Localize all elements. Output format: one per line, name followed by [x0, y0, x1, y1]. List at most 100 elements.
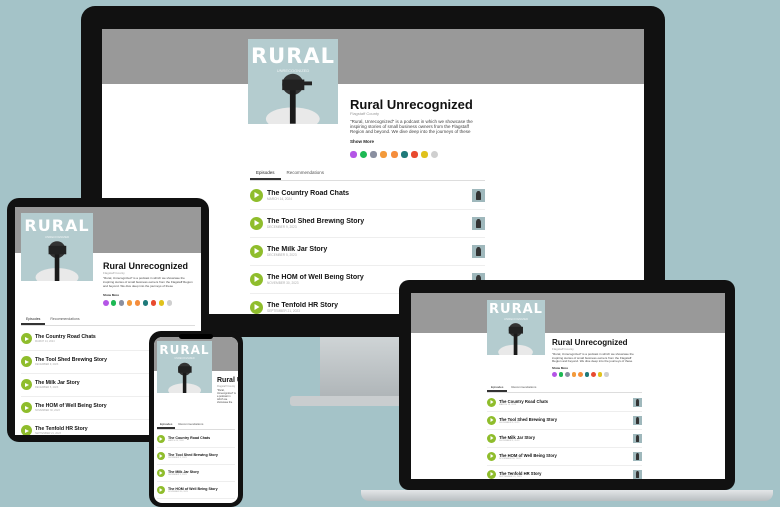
episode-list: The Country Road Chats MARCH 14, 2024 The … [157, 430, 235, 503]
episode-row[interactable]: The Tool Shed Brewing Story DECEMBER 9, 2… [157, 447, 235, 465]
episode-row[interactable]: The Milk Jar Story DECEMBER 5, 2023 [250, 237, 485, 266]
episode-row[interactable]: The Tenfold HR StorySEPTEMBER 21, 2023 [487, 465, 642, 479]
more-icon[interactable] [431, 150, 439, 158]
tab-episodes[interactable]: Episodes [487, 385, 508, 392]
castbox-icon[interactable] [150, 300, 157, 306]
header-banner [411, 293, 725, 333]
play-icon[interactable] [21, 402, 32, 413]
episode-text: The Milk Jar Story DECEMBER 5, 2023 [168, 470, 235, 476]
episode-date: NOVEMBER 30, 2023 [168, 490, 188, 493]
episode-title[interactable]: The Country Road Chats [267, 190, 472, 197]
show-more-link[interactable]: Show More [350, 139, 374, 144]
player-fm-icon[interactable] [158, 300, 165, 306]
apple-podcasts-icon[interactable] [103, 300, 109, 306]
show-more-link[interactable]: Show More [552, 366, 568, 370]
tab-recommendations[interactable]: Recommendations [45, 317, 84, 325]
play-icon[interactable] [487, 433, 496, 443]
podcast-title: Rural Unrecognized [350, 97, 473, 112]
episode-row[interactable]: The HOM of Well Being Story NOVEMBER 30, … [157, 481, 235, 499]
play-icon[interactable] [157, 485, 165, 494]
episode-date: DECEMBER 9, 2023 [267, 224, 297, 229]
overcast-icon[interactable] [578, 372, 583, 377]
spotify-icon[interactable] [360, 150, 368, 158]
episode-text: The Tool Shed Brewing Story DECEMBER 9, 2… [499, 417, 633, 424]
apple-podcasts-icon[interactable] [350, 150, 357, 158]
overcast-icon[interactable] [390, 150, 398, 158]
player-fm-icon[interactable] [420, 150, 428, 158]
play-icon[interactable] [250, 244, 263, 258]
episode-thumbnail [472, 188, 485, 202]
more-icon[interactable] [166, 300, 173, 306]
podcast-addict-icon[interactable] [126, 300, 133, 306]
podcast-description: "Rural, Unrecognized" is a podcast in wh… [217, 389, 236, 403]
episode-date: DECEMBER 9, 2023 [168, 456, 187, 459]
pocket-casts-icon[interactable] [584, 372, 590, 377]
play-icon[interactable] [157, 468, 165, 477]
episode-title[interactable]: The Tool Shed Brewing Story [267, 218, 472, 225]
episode-row[interactable]: The Country Road Chats MARCH 14, 2024 [157, 430, 235, 448]
podcast-description: "Rural, Unrecognized" is a podcast in wh… [350, 119, 473, 134]
apple-podcasts-icon[interactable] [552, 372, 557, 377]
podcast-title: Rural Unrecognized [552, 338, 628, 347]
rss-feed-icon[interactable] [565, 372, 570, 377]
play-icon[interactable] [487, 415, 496, 425]
tab-episodes[interactable]: Episodes [21, 317, 46, 325]
rss-feed-icon[interactable] [370, 150, 378, 158]
tab-episodes[interactable]: Episodes [157, 422, 176, 429]
episode-row[interactable]: The Milk Jar Story DECEMBER 5, 2023 [157, 464, 235, 482]
platform-icons [350, 150, 441, 158]
tab-recommendations[interactable]: Recommendations [175, 422, 206, 429]
episode-row[interactable]: The Tenfold HR StorySEPTEMBER 21, 2023 [157, 498, 235, 503]
play-icon[interactable] [487, 469, 496, 479]
podcast-addict-icon[interactable] [571, 372, 577, 377]
episode-text: The Country Road Chats MARCH 14, 2024 [499, 399, 633, 406]
castbox-icon[interactable] [410, 150, 418, 158]
episode-row[interactable]: The Country Road Chats MARCH 14, 2024 [250, 181, 485, 210]
episode-title[interactable]: The Milk Jar Story [267, 246, 472, 253]
podcast-addict-icon[interactable] [380, 150, 388, 158]
rss-feed-icon[interactable] [118, 300, 125, 306]
overcast-icon[interactable] [134, 300, 141, 306]
pocket-casts-icon[interactable] [142, 300, 149, 306]
play-icon[interactable] [21, 425, 32, 435]
play-icon[interactable] [250, 300, 263, 314]
episode-thumbnail [633, 433, 642, 443]
tab-recommendations[interactable]: Recommendations [507, 385, 540, 392]
more-icon[interactable] [604, 372, 609, 377]
podcast-cover: RURAL UNRECOGNIZED [487, 300, 545, 355]
play-icon[interactable] [157, 451, 165, 460]
play-icon[interactable] [21, 333, 32, 344]
castbox-icon[interactable] [591, 372, 596, 377]
episode-row[interactable]: The Tool Shed Brewing Story DECEMBER 9, 2… [487, 411, 642, 430]
podcast-title: Rural Unrecognized [103, 261, 189, 271]
episode-row[interactable]: The Country Road Chats MARCH 14, 2024 [487, 393, 642, 412]
tab-recommendations[interactable]: Recommendations [281, 170, 331, 180]
tab-episodes[interactable]: Episodes [250, 170, 281, 180]
spotify-icon[interactable] [558, 372, 564, 377]
pocket-casts-icon[interactable] [400, 150, 408, 158]
play-icon[interactable] [487, 397, 496, 407]
episode-row[interactable]: The Tool Shed Brewing Story DECEMBER 9, 2… [250, 209, 485, 238]
play-icon[interactable] [157, 434, 165, 443]
episode-row[interactable]: The HOM of Well Being Story NOVEMBER 30, … [487, 447, 642, 466]
cover-title: RURAL [489, 302, 543, 317]
episode-date: DECEMBER 5, 2023 [267, 252, 297, 257]
play-icon[interactable] [250, 188, 263, 202]
podcast-title: Rural Unrecognized [217, 377, 238, 384]
host-photo [266, 73, 320, 124]
episode-text: The Tenfold HR Story SEPTEMBER 21, 2023 [499, 471, 633, 478]
play-icon[interactable] [250, 272, 263, 286]
play-icon[interactable] [250, 216, 263, 230]
cover-title: RURAL [159, 343, 210, 357]
episode-thumbnail [633, 397, 642, 407]
play-icon[interactable] [21, 356, 32, 367]
episode-text: The Country Road Chats MARCH 14, 2024 [267, 190, 472, 201]
episode-row[interactable]: The Milk Jar Story DECEMBER 5, 2023 [487, 429, 642, 448]
show-more-link[interactable]: Show More [103, 293, 119, 297]
play-icon[interactable] [157, 502, 165, 503]
spotify-icon[interactable] [110, 300, 117, 306]
player-fm-icon[interactable] [597, 372, 603, 377]
play-icon[interactable] [487, 451, 496, 461]
play-icon[interactable] [21, 379, 32, 390]
podcast-author: Flagstaff County [552, 347, 574, 351]
